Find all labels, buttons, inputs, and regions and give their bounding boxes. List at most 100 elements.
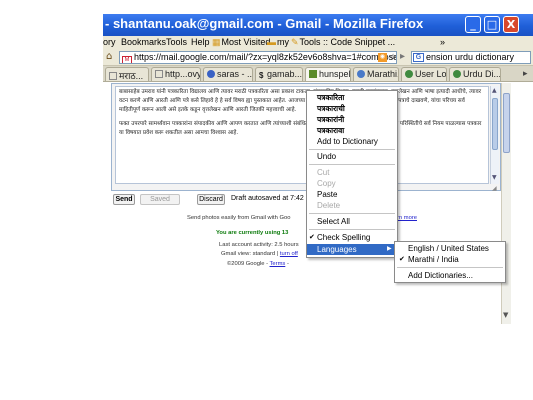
bookmark-my[interactable]: ▬my: [267, 37, 289, 47]
scroll-down-icon[interactable]: ▼: [492, 174, 497, 181]
suggestion-2[interactable]: पत्रकाराची: [307, 103, 397, 114]
paste-item[interactable]: Paste: [307, 189, 397, 200]
tab-label: saras - ...: [217, 69, 253, 79]
copy-item[interactable]: Copy: [307, 178, 397, 189]
my-label: my: [277, 37, 289, 47]
language-marathi-india[interactable]: ✔ Marathi / India: [395, 254, 505, 265]
tab-marathi-2[interactable]: Marathi...: [353, 67, 399, 81]
checkmark-icon: ✔: [309, 234, 315, 241]
storage-usage: You are currently using 13: [216, 230, 289, 236]
url-dropdown-icon[interactable]: ☆ ▾: [389, 52, 396, 63]
search-text: ension urdu dictionary: [426, 52, 515, 62]
menu-bookmarks[interactable]: Bookmarks: [121, 37, 166, 47]
code-snippet-label: Tools :: Code Snippet ...: [299, 37, 396, 47]
cut-item[interactable]: Cut: [307, 167, 397, 178]
last-activity: Last account activity: 2.5 hours: [219, 242, 299, 248]
menu-separator: [309, 229, 395, 230]
bookmark-code-snippet[interactable]: ✎Tools :: Code Snippet ...: [291, 37, 395, 48]
menu-tools[interactable]: Tools: [166, 37, 187, 47]
undo-item[interactable]: Undo: [307, 151, 397, 162]
url-bar[interactable]: Mhttps://mail.google.com/mail/?zx=yql8zk…: [119, 51, 397, 64]
compose-body-editor[interactable]: बाबासाहेब उमराव यांनी पत्रकारिता विद्याल…: [115, 86, 489, 184]
select-all-item[interactable]: Select All: [307, 216, 397, 227]
languages-item[interactable]: Languages ▶: [307, 244, 397, 255]
url-text: https://mail.google.com/mail/?zx=yql8zk5…: [134, 52, 397, 62]
copyright-suffix: -: [286, 261, 289, 267]
most-visited-icon: ▦: [212, 37, 221, 47]
saved-button[interactable]: Saved: [140, 194, 180, 205]
most-visited-label: Most Visited: [221, 37, 271, 47]
tab-saras[interactable]: saras - ...: [203, 67, 253, 81]
tab-marathi[interactable]: मराठ...: [105, 67, 149, 81]
suggestion-3[interactable]: पत्रकारांनी: [307, 114, 397, 125]
menu-history[interactable]: ory: [103, 37, 116, 47]
compose-paragraph-2: फक्त उपरपारे सामर्थ्यवान पत्रकारांना संप…: [119, 121, 482, 136]
tab-bar: मराठ... http...ovy saras - ... $ gamab...…: [103, 66, 533, 82]
google-search-engine-icon[interactable]: G: [413, 53, 424, 62]
tab-label: User Lo...: [415, 69, 447, 79]
check-spelling-label: Check Spelling: [317, 233, 371, 242]
discard-button[interactable]: Discard: [197, 194, 225, 205]
tab-urdu-dictionary[interactable]: Urdu Di...: [449, 67, 501, 81]
saras-icon: [207, 70, 215, 78]
bookmark-most-visited[interactable]: ▦Most Visited: [212, 37, 270, 48]
user-icon: [405, 70, 413, 78]
hunspell-icon: [309, 70, 317, 78]
resize-grip-icon[interactable]: ◢: [492, 185, 497, 192]
tab-user-login[interactable]: User Lo...: [401, 67, 447, 81]
search-bar[interactable]: Gension urdu dictionary: [411, 51, 531, 64]
page-scrollbar[interactable]: ▼: [501, 83, 511, 324]
terms-link[interactable]: Terms: [270, 261, 286, 267]
tab-gamabhana[interactable]: $ gamab...: [255, 67, 303, 81]
copyright: ©2009 Google - Terms -: [227, 261, 289, 267]
turn-off-link[interactable]: turn off: [280, 251, 298, 257]
scroll-up-icon[interactable]: ▲: [492, 87, 497, 94]
minimize-button[interactable]: _: [465, 16, 481, 33]
rss-feed-icon[interactable]: ◉: [378, 53, 387, 62]
menu-separator: [309, 164, 395, 165]
tab-hunspell[interactable]: hunspel...: [305, 67, 351, 81]
copyright-text: ©2009 Google -: [227, 261, 269, 267]
bookmarks-overflow[interactable]: »: [440, 37, 445, 47]
add-to-dictionary-item[interactable]: Add to Dictionary: [307, 136, 397, 147]
photos-promo: Send photos easily from Gmail with Goo: [187, 215, 290, 221]
go-button[interactable]: ▸: [400, 51, 405, 62]
maximize-button[interactable]: □: [484, 16, 500, 33]
tab-list-icon[interactable]: ▸: [523, 68, 528, 79]
close-button[interactable]: X: [503, 16, 519, 33]
add-dictionaries-item[interactable]: Add Dictionaries...: [395, 270, 505, 281]
tab-label: http...ovy: [165, 69, 201, 79]
tab-label: मराठ...: [119, 71, 144, 81]
tab-label: Marathi...: [367, 69, 398, 79]
bookmark-icon: ✎: [291, 37, 299, 47]
check-spelling-item[interactable]: ✔ Check Spelling: [307, 232, 397, 243]
folder-icon: ▬: [267, 37, 276, 47]
title-bar[interactable]: - shantanu.oak@gmail.com - Gmail - Mozil…: [103, 14, 533, 36]
languages-label: Languages: [317, 245, 357, 254]
compose-scrollbar[interactable]: ▲ ▼: [490, 86, 499, 184]
dollar-icon: $: [259, 71, 264, 80]
suggestion-4[interactable]: पत्रकारावा: [307, 125, 397, 136]
autosave-status: Draft autosaved at 7:42 PM: [231, 195, 317, 202]
send-button[interactable]: Send: [113, 194, 135, 205]
tab-http[interactable]: http...ovy: [151, 67, 201, 81]
menu-help[interactable]: Help: [191, 37, 210, 47]
page-scroll-thumb[interactable]: [503, 93, 510, 153]
menu-separator: [309, 213, 395, 214]
home-icon[interactable]: ⌂: [106, 51, 112, 62]
menu-separator: [397, 267, 503, 268]
urdu-icon: [453, 70, 461, 78]
photos-text: Send photos easily from Gmail with Goo: [187, 215, 291, 221]
view-prefix: Gmail view: standard |: [221, 251, 279, 257]
suggestion-1[interactable]: पत्रकारिता: [307, 92, 397, 103]
navigation-bar: ⌂ Mhttps://mail.google.com/mail/?zx=yql8…: [103, 50, 533, 66]
screenshot: - shantanu.oak@gmail.com - Gmail - Mozil…: [0, 0, 533, 400]
language-english-us[interactable]: English / United States: [395, 243, 505, 254]
gmail-favicon-icon: M: [122, 56, 132, 63]
learn-more-link[interactable]: rn more: [397, 215, 417, 221]
compose-scroll-thumb[interactable]: [492, 98, 498, 150]
delete-item[interactable]: Delete: [307, 200, 397, 211]
scroll-down-icon[interactable]: ▼: [503, 311, 508, 319]
gmail-view: Gmail view: standard | turn off: [221, 251, 298, 257]
window-title: - shantanu.oak@gmail.com - Gmail - Mozil…: [105, 16, 424, 31]
